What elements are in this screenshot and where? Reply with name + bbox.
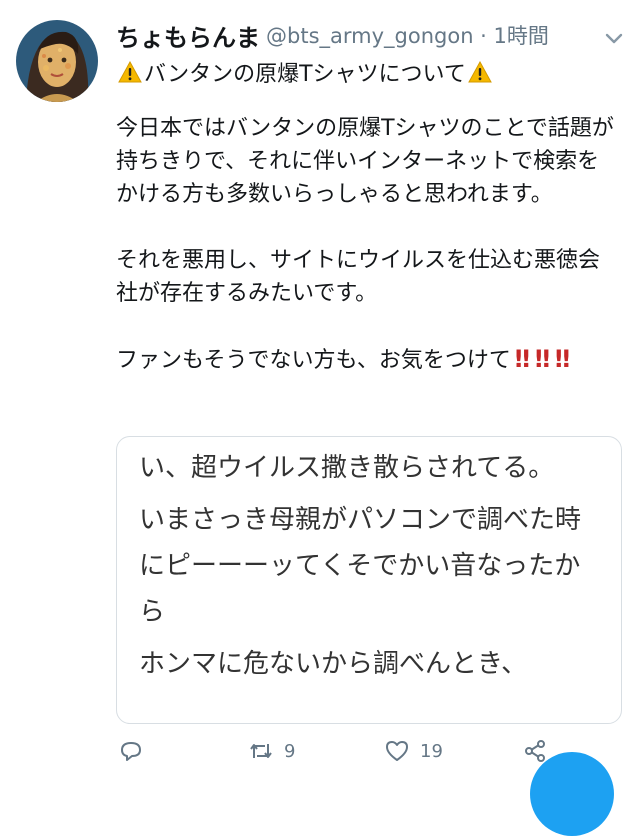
handle-and-timestamp[interactable]: @bts_army_gongon · 1時間 <box>266 20 549 50</box>
reply-button[interactable] <box>118 738 144 764</box>
double-exclamation-icon: ‼ <box>514 345 530 373</box>
double-exclamation-icon: ‼ <box>555 345 570 373</box>
chevron-down-icon[interactable] <box>602 26 626 50</box>
tweet-closing-text: ファンもそうでない方も、お気をつけて <box>116 348 511 373</box>
share-icon <box>525 740 545 762</box>
tweet-title-text: バンタンの原爆Tシャツについて <box>144 62 466 87</box>
reply-icon <box>121 742 141 761</box>
quoted-text-block: い、超ウイルス撒き散らされてる。 いまさっき母親がパソコンで調べた時にピーーーッ… <box>117 437 621 687</box>
avatar[interactable] <box>16 20 98 102</box>
quoted-line: ホンマに危ないから調べんとき、 <box>139 649 528 679</box>
tweet-header: ちょもらんま @bts_army_gongon · 1時間 <box>116 18 636 58</box>
retweet-icon <box>250 744 272 758</box>
share-button[interactable] <box>522 738 548 764</box>
like-count: 19 <box>420 740 443 762</box>
double-exclamation-icon: ‼ <box>534 345 550 373</box>
retweet-button[interactable]: 9 <box>248 738 295 764</box>
retweet-count: 9 <box>284 740 296 762</box>
warning-icon <box>468 61 492 83</box>
avatar-image <box>16 20 98 102</box>
heart-icon <box>386 741 408 761</box>
compose-tweet-button[interactable] <box>530 752 614 836</box>
display-name[interactable]: ちょもらんま <box>116 18 260 53</box>
tweet-closing: ファンもそうでない方も、お気をつけて ‼ ‼ ‼ <box>116 343 616 377</box>
quoted-line: いまさっき母親がパソコンで調べた時にピーーーッてくそでかい音なったから <box>139 505 582 627</box>
tweet-paragraph: それを悪用し、サイトにウイルスを仕込む悪徳会社が存在するみたいです。 <box>116 248 601 306</box>
like-button[interactable]: 19 <box>384 738 443 764</box>
quoted-line: い、超ウイルス撒き散らされてる。 <box>139 453 555 483</box>
tweet-paragraph: 今日本ではバンタンの原爆Tシャツのことで話題が持ちきりで、それに伴いインターネッ… <box>116 116 614 207</box>
tweet-title: バンタンの原爆Tシャツについて <box>116 56 494 88</box>
tweet-body: 今日本ではバンタンの原爆Tシャツのことで話題が持ちきりで、それに伴いインターネッ… <box>116 112 616 377</box>
warning-icon <box>118 61 142 83</box>
quoted-image-card[interactable]: い、超ウイルス撒き散らされてる。 いまさっき母親がパソコンで調べた時にピーーーッ… <box>116 436 622 724</box>
